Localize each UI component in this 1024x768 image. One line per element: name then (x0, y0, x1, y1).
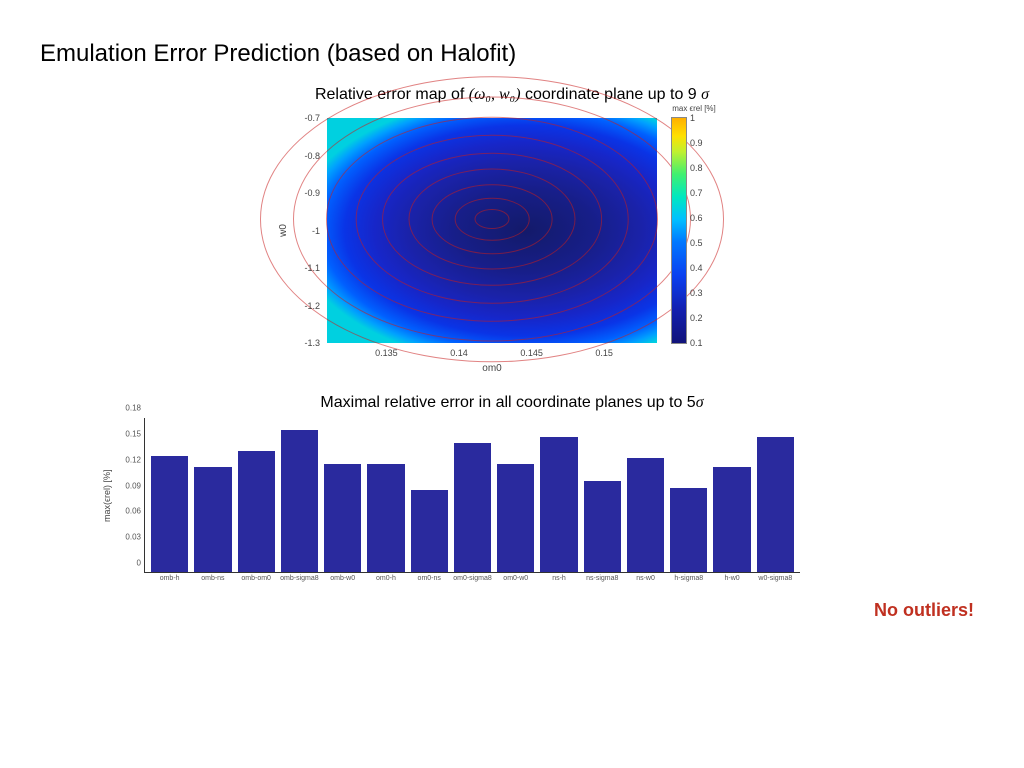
bar: om0-sigma8 (454, 443, 491, 572)
heatmap-xtick: 0.15 (595, 348, 613, 358)
bar: omb-ns (194, 467, 231, 572)
bar-category-label: om0-w0 (503, 575, 528, 582)
barchart-figure: max(ϵrel) [%] 00.030.060.090.120.150.18o… (100, 418, 800, 573)
colorbar-tick: 0.9 (690, 138, 703, 148)
bar: ns-sigma8 (584, 481, 621, 572)
bar: om0-w0 (497, 464, 534, 572)
barchart-ylabel: max(ϵrel) [%] (102, 418, 116, 573)
heatmap-colorbar (672, 118, 686, 343)
barchart-ytick: 0.06 (101, 507, 145, 516)
colorbar-tick: 0.2 (690, 313, 703, 323)
bar-category-label: ns-h (552, 575, 566, 582)
sigma-symbol-2: σ (696, 394, 704, 411)
heatmap-xtick: 0.145 (520, 348, 543, 358)
bar: ns-h (540, 437, 577, 572)
bar: omb-w0 (324, 464, 361, 573)
bar-category-label: om0-sigma8 (453, 575, 492, 582)
bar-category-label: h-sigma8 (674, 575, 703, 582)
slide-title: Emulation Error Prediction (based on Hal… (40, 40, 984, 68)
bar-category-label: omb-ns (201, 575, 224, 582)
barchart-ytick: 0.15 (101, 429, 145, 438)
bar: ns-w0 (627, 458, 664, 572)
barchart-ytick: 0.09 (101, 481, 145, 490)
bar: om0-ns (411, 490, 448, 572)
barchart-ytick: 0.18 (101, 404, 145, 413)
heatmap-caption: Relative error map of (ω₀, w₀) coordinat… (40, 86, 984, 104)
colorbar-tick: 0.3 (690, 288, 703, 298)
barchart-ytick: 0.12 (101, 455, 145, 464)
heatmap-ytick: -0.9 (272, 188, 320, 198)
heatmap-ytick: -1 (272, 226, 320, 236)
colorbar-tick: 0.5 (690, 238, 703, 248)
bar: omb-sigma8 (281, 430, 318, 572)
caption2-text: Maximal relative error in all coordinate… (320, 394, 695, 411)
bar: h-sigma8 (670, 488, 707, 572)
caption-text-2: coordinate plane up to 9 (525, 86, 701, 103)
bar: omb-om0 (238, 451, 275, 572)
bar-category-label: w0-sigma8 (758, 575, 792, 582)
heatmap-xtick: 0.135 (375, 348, 398, 358)
bar: om0-h (367, 464, 404, 572)
bar-category-label: omb-w0 (330, 575, 355, 582)
heatmap-ytick: -1.1 (272, 263, 320, 273)
bar: h-w0 (713, 467, 750, 572)
bar-category-label: ns-w0 (636, 575, 655, 582)
bar-category-label: omb-h (160, 575, 180, 582)
bar: omb-h (151, 456, 188, 572)
barchart-caption: Maximal relative error in all coordinate… (40, 394, 984, 412)
slide: Emulation Error Prediction (based on Hal… (0, 0, 1024, 768)
callout-no-outliers: No outliers! (874, 600, 974, 621)
bar-category-label: om0-h (376, 575, 396, 582)
bar-category-label: omb-om0 (241, 575, 271, 582)
heatmap-ytick: -0.7 (272, 113, 320, 123)
heatmap-ytick: -1.2 (272, 301, 320, 311)
colorbar-tick: 1 (690, 113, 695, 123)
bar-category-label: om0-ns (418, 575, 441, 582)
bar-category-label: ns-sigma8 (586, 575, 618, 582)
heatmap-ytick: -0.8 (272, 151, 320, 161)
caption-formula: (ω₀, w₀) (469, 86, 521, 103)
heatmap-ytick: -1.3 (272, 338, 320, 348)
bar-category-label: omb-sigma8 (280, 575, 319, 582)
colorbar-tick: 0.8 (690, 163, 703, 173)
colorbar-tick: 0.7 (690, 188, 703, 198)
bar: w0-sigma8 (757, 437, 794, 572)
heatmap-figure: max ϵrel [%] om0 w0 0.1350.140.1450.15-0… (272, 110, 752, 380)
colorbar-title: max ϵrel [%] (664, 104, 724, 113)
barchart-plot: 00.030.060.090.120.150.18omb-homb-nsomb-… (144, 418, 800, 573)
heatmap-surface (327, 118, 657, 343)
heatmap-axes (327, 118, 657, 343)
caption-text: Relative error map of (315, 86, 469, 103)
barchart-ytick: 0 (101, 559, 145, 568)
barchart-ytick: 0.03 (101, 533, 145, 542)
heatmap-xtick: 0.14 (450, 348, 468, 358)
sigma-symbol: σ (701, 86, 709, 103)
bar-category-label: h-w0 (724, 575, 739, 582)
colorbar-tick: 0.4 (690, 263, 703, 273)
colorbar-tick: 0.6 (690, 213, 703, 223)
heatmap-xlabel: om0 (327, 363, 657, 374)
colorbar-tick: 0.1 (690, 338, 703, 348)
